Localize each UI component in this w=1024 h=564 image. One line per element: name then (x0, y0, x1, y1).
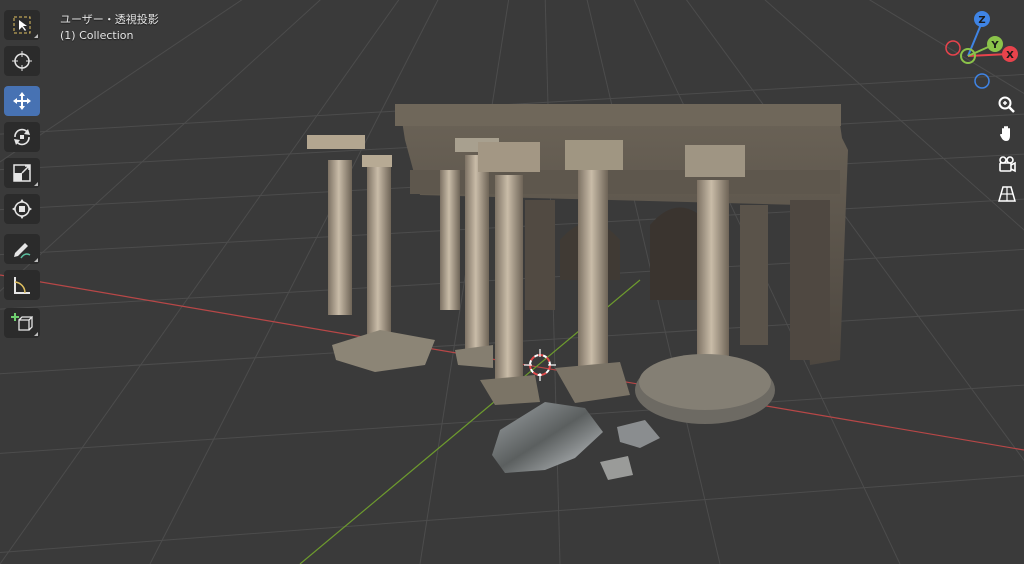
select-box-tool[interactable] (4, 10, 40, 40)
view-title: ユーザー・透視投影 (60, 13, 159, 26)
zoom-icon (998, 96, 1015, 113)
transform-icon (12, 199, 32, 219)
rotate-icon (14, 128, 30, 146)
scale-icon (13, 164, 31, 182)
hand-pan-icon (1000, 126, 1010, 141)
grid-perspective-icon (998, 186, 1016, 202)
axis-x-label: X (1006, 50, 1014, 61)
3d-viewport[interactable]: Z Y X (0, 0, 1024, 564)
cursor-tool[interactable] (4, 46, 40, 76)
camera-icon (999, 156, 1016, 173)
measure-tool[interactable] (4, 270, 40, 300)
add-cube-tool[interactable] (4, 308, 40, 338)
pencil-icon (14, 243, 31, 259)
transform-tool[interactable] (4, 194, 40, 224)
annotate-tool[interactable] (4, 234, 40, 264)
cursor-crosshair-icon (12, 51, 32, 71)
select-box-icon (13, 16, 31, 34)
move-tool[interactable] (4, 86, 40, 116)
collection-label: (1) Collection (60, 29, 134, 42)
rotate-tool[interactable] (4, 122, 40, 152)
add-cube-icon (11, 313, 33, 331)
scale-tool[interactable] (4, 158, 40, 188)
axis-z-label: Z (978, 15, 985, 26)
perspective-toggle-button[interactable] (994, 181, 1020, 207)
axis-y-label: Y (990, 40, 999, 51)
move-arrows-icon (13, 92, 31, 110)
ruler-icon (14, 277, 30, 294)
camera-view-button[interactable] (994, 151, 1020, 177)
zoom-button[interactable] (994, 92, 1020, 118)
pan-button[interactable] (994, 121, 1020, 147)
